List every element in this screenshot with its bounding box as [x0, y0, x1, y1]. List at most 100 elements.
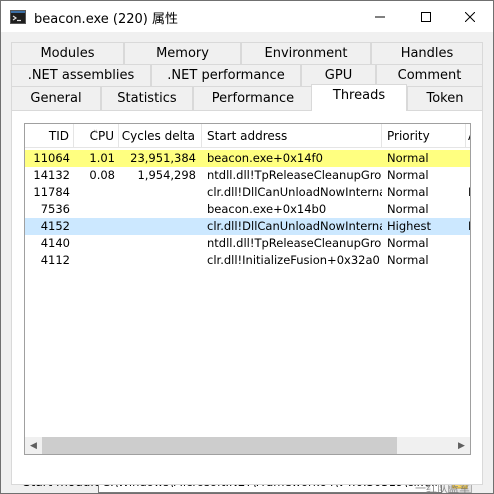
title-bar[interactable]: beacon.exe (220) 属性: [1, 1, 493, 32]
tab-modules[interactable]: Modules: [11, 42, 124, 64]
thread-cell-cpu: [74, 252, 119, 269]
dialog-body: Modules Memory Environment Handles .NET …: [1, 32, 493, 493]
tab-net-assemblies[interactable]: .NET assemblies: [11, 64, 151, 86]
properties-window: beacon.exe (220) 属性 Modules Memory Envir…: [0, 0, 494, 494]
thread-cell-cycles: 23,951,384: [130, 151, 196, 165]
tab-label: Statistics: [117, 91, 177, 106]
thread-cell-priority: Normal: [387, 168, 429, 182]
tab-general[interactable]: General: [11, 86, 101, 110]
close-icon: [465, 11, 475, 22]
tab-performance[interactable]: Performance: [193, 86, 313, 110]
thread-row[interactable]: 7536 beacon.exe+0x14b0 Normal: [25, 201, 470, 218]
thread-row[interactable]: 4112 clr.dll!InitializeFusion+0x32a0 Norma…: [25, 252, 470, 269]
thread-row[interactable]: 4152 clr.dll!DllCanUnloadNowInternal... Hi…: [25, 218, 470, 235]
thread-cell-tid: 4152: [40, 219, 70, 233]
tab-label: Handles: [400, 46, 454, 61]
sort-descending-icon: ˅: [93, 130, 98, 140]
tab-net-performance[interactable]: .NET performance: [151, 64, 301, 86]
thread-cell-tid: 14132: [33, 168, 70, 182]
thread-cell-cycles: [119, 252, 202, 269]
column-label: Priority: [387, 129, 430, 143]
thread-cell-priority: Highest: [387, 219, 432, 233]
threads-panel: TID ˅ CPU Cycles delta Start address Pri…: [11, 110, 483, 485]
threads-list-header: TID ˅ CPU Cycles delta Start address Pri…: [25, 124, 470, 148]
thread-cell-cpu: [74, 201, 119, 218]
thread-row[interactable]: 14132 0.08 1,954,298 ntdll.dll!TpReleaseCle…: [25, 167, 470, 184]
column-label: TID: [48, 129, 69, 143]
thread-cell-start: clr.dll!InitializeFusion+0x32a0: [207, 253, 380, 267]
tab-label: Modules: [40, 46, 95, 61]
thread-cell-tid: 7536: [40, 202, 70, 216]
thread-cell-start: beacon.exe+0x14b0: [207, 202, 327, 216]
minimize-button[interactable]: [357, 1, 403, 32]
thread-cell-start: ntdll.dll!TpReleaseCleanupGroup...: [207, 168, 382, 182]
thread-cell-extra: [466, 235, 470, 252]
thread-cell-extra: D: [466, 218, 470, 235]
thread-cell-extra: [466, 167, 470, 184]
tab-statistics[interactable]: Statistics: [101, 86, 193, 110]
tab-label: Performance: [211, 91, 295, 106]
tab-memory[interactable]: Memory: [124, 42, 241, 64]
column-header-priority[interactable]: Priority: [382, 124, 466, 148]
minimize-icon: [375, 16, 385, 17]
maximize-icon: [421, 11, 431, 22]
tab-threads[interactable]: Threads: [311, 84, 407, 111]
maximize-button[interactable]: [403, 1, 449, 32]
tab-label: Comment: [397, 68, 462, 83]
thread-cell-cycles: [119, 201, 202, 218]
column-header-cycles-delta[interactable]: Cycles delta: [119, 124, 202, 148]
thread-cell-tid: 4112: [40, 253, 70, 267]
thread-cell-tid: 11064: [33, 151, 70, 165]
thread-row[interactable]: 11784 clr.dll!DllCanUnloadNowInternal... N…: [25, 184, 470, 201]
column-header-start-address[interactable]: Start address: [202, 124, 382, 148]
thread-cell-cpu: 0.08: [89, 168, 115, 182]
tab-label: Threads: [332, 88, 386, 103]
thread-cell-cycles: [119, 218, 202, 235]
thread-cell-cycles: [119, 235, 202, 252]
horizontal-scrollbar[interactable]: ◀ ▶: [25, 437, 470, 454]
close-button[interactable]: [447, 1, 493, 32]
window-title: beacon.exe (220) 属性: [34, 12, 178, 27]
thread-cell-extra: [466, 252, 470, 269]
thread-cell-priority: Normal: [387, 236, 429, 250]
tab-label: .NET performance: [167, 68, 285, 83]
scroll-left-icon[interactable]: ◀: [25, 437, 42, 454]
tab-comment[interactable]: Comment: [376, 64, 483, 86]
thread-cell-tid: 11784: [33, 185, 70, 199]
tab-label: GPU: [324, 68, 353, 83]
thread-cell-priority: Normal: [387, 253, 429, 267]
thread-row[interactable]: 11064 1.01 23,951,384 beacon.exe+0x14f0 Norm…: [25, 150, 470, 167]
scrollbar-thumb[interactable]: [42, 437, 397, 454]
thread-cell-start: clr.dll!DllCanUnloadNowInternal...: [207, 185, 382, 199]
thread-cell-cpu: [74, 184, 119, 201]
scroll-right-icon[interactable]: ▶: [453, 437, 470, 454]
tab-label: General: [30, 91, 82, 106]
thread-cell-start: clr.dll!DllCanUnloadNowInternal...: [207, 219, 382, 233]
tab-gpu[interactable]: GPU: [301, 64, 376, 86]
column-label: A: [468, 129, 470, 143]
thread-cell-cpu: [74, 218, 119, 235]
column-label: Start address: [207, 129, 288, 143]
thread-cell-priority: Normal: [387, 185, 429, 199]
thread-cell-start: ntdll.dll!TpReleaseCleanupGroup...: [207, 236, 382, 250]
column-header-cpu[interactable]: ˅ CPU: [74, 124, 119, 148]
thread-cell-cpu: 1.01: [89, 151, 115, 165]
tab-label: Token: [426, 91, 464, 106]
thread-cell-cycles: [119, 184, 202, 201]
tab-handles[interactable]: Handles: [371, 42, 483, 64]
thread-row[interactable]: 4140 ntdll.dll!TpReleaseCleanupGroup... No…: [25, 235, 470, 252]
column-label: Cycles delta: [121, 129, 195, 143]
thread-cell-priority: Normal: [387, 151, 429, 165]
tab-label: Environment: [264, 46, 348, 61]
column-header-overflow[interactable]: A: [466, 124, 470, 148]
tab-environment[interactable]: Environment: [241, 42, 371, 64]
column-header-tid[interactable]: TID: [25, 124, 74, 148]
thread-cell-priority: Normal: [387, 202, 429, 216]
thread-cell-extra: [466, 201, 470, 218]
thread-cell-start: beacon.exe+0x14f0: [207, 151, 323, 165]
thread-cell-tid: 4140: [40, 236, 70, 250]
tab-label: Memory: [156, 46, 209, 61]
threads-list[interactable]: TID ˅ CPU Cycles delta Start address Pri…: [24, 123, 471, 455]
tab-token[interactable]: Token: [407, 86, 483, 110]
thread-cell-extra: [466, 150, 470, 167]
